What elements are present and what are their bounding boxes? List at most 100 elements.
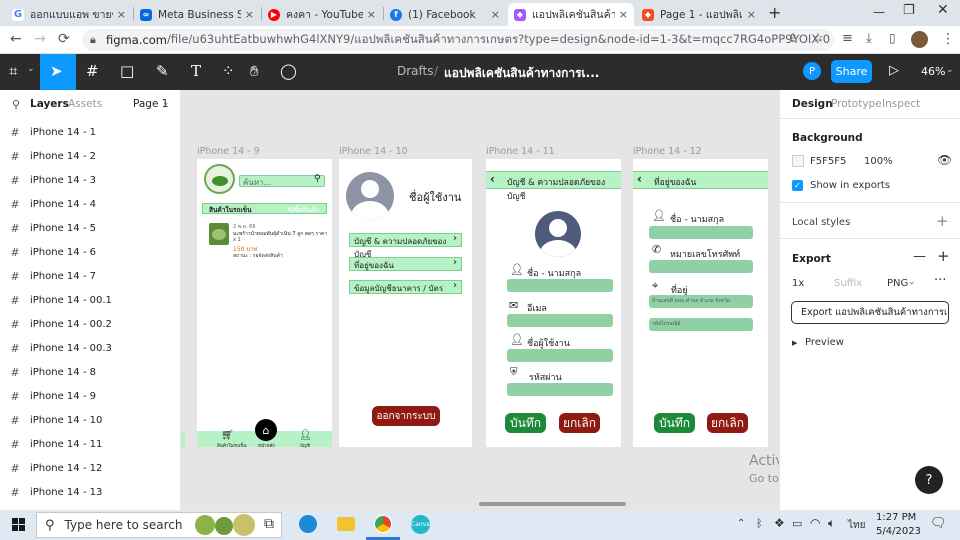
chrome-icon[interactable]: [374, 515, 392, 533]
cancel-button[interactable]: ยกเลิก: [707, 413, 748, 433]
reload-icon[interactable]: ⟳: [58, 31, 70, 47]
menu-account-security[interactable]: บัญชี & ความปลอดภัยของบัญชี ›: [349, 233, 462, 259]
frame-iphone-14-9[interactable]: ค้นหา... ⚲ สินค้าในรถเข็น สั่งซื้อสินค้า…: [197, 159, 332, 449]
battery-icon[interactable]: ▭: [792, 517, 802, 530]
user-icon[interactable]: 👤︎: [299, 430, 312, 441]
frame-label[interactable]: iPhone 14 - 10: [339, 146, 408, 157]
new-tab-button[interactable]: +: [768, 3, 781, 22]
close-icon[interactable]: ×: [491, 8, 500, 21]
edge-icon[interactable]: [299, 515, 317, 533]
chevron-down-icon[interactable]: ⌄: [575, 67, 583, 77]
layer-item[interactable]: # iPhone 14 - 00.1: [0, 288, 180, 312]
layer-item[interactable]: # iPhone 14 - 5: [0, 216, 180, 240]
browser-tab[interactable]: ◆ Page 1 - แอปพลิเ ×: [636, 3, 762, 26]
browser-tab[interactable]: ▶ คงคา - YouTube ×: [262, 3, 382, 26]
download-icon[interactable]: ⤓: [866, 31, 872, 46]
eye-icon[interactable]: 👁︎: [937, 153, 952, 167]
username-field[interactable]: [507, 349, 613, 362]
bg-color-swatch[interactable]: [792, 155, 804, 167]
notifications-icon[interactable]: 🗨︎: [930, 516, 947, 531]
bluetooth-icon[interactable]: ᛒ: [756, 517, 763, 530]
tab-assets[interactable]: Assets: [68, 98, 102, 110]
back-arrow-icon[interactable]: ‹: [637, 172, 642, 186]
file-explorer-icon[interactable]: [337, 517, 355, 531]
zoom-level[interactable]: 46%: [921, 65, 945, 78]
search-input[interactable]: ค้นหา... ⚲: [239, 174, 325, 187]
export-scale[interactable]: 1x: [792, 278, 804, 289]
text-tool-icon[interactable]: T: [191, 62, 201, 80]
components-icon[interactable]: ⁘: [222, 62, 235, 80]
search-icon[interactable]: ⚲: [12, 98, 20, 111]
add-style-icon[interactable]: +: [936, 212, 949, 230]
remove-export-icon[interactable]: —: [913, 249, 926, 264]
figma-menu-icon[interactable]: ⌗: [9, 62, 17, 80]
layer-item[interactable]: # iPhone 14 - 11: [0, 432, 180, 456]
layer-item[interactable]: # iPhone 14 - 8: [0, 360, 180, 384]
help-button[interactable]: ?: [915, 466, 943, 494]
postcode-field[interactable]: รหัสไปรษณีย์: [649, 318, 753, 331]
volume-icon[interactable]: 🔈︎: [828, 516, 835, 531]
bookmark-star-icon[interactable]: ☆: [812, 31, 824, 46]
layer-item[interactable]: # iPhone 14 - 12: [0, 456, 180, 480]
preview-toggle[interactable]: Preview: [805, 337, 844, 348]
horizontal-scrollbar[interactable]: [479, 502, 626, 506]
fullname-field[interactable]: [507, 279, 613, 292]
export-format[interactable]: PNG: [887, 278, 908, 289]
hand-tool-icon[interactable]: ✋︎: [250, 62, 259, 80]
cancel-button[interactable]: ยกเลิก: [559, 413, 600, 433]
bg-hex-input[interactable]: F5F5F5: [810, 156, 846, 167]
browser-tab[interactable]: f (1) Facebook ×: [384, 3, 506, 26]
fullname-field[interactable]: [649, 226, 753, 239]
frame-label[interactable]: iPhone 14 - 9: [197, 146, 260, 157]
frame-iphone-14-12[interactable]: ‹ ที่อยู่ของฉัน 👤︎ ชื่อ - นามสกุล ✆ หมาย…: [633, 159, 768, 447]
tab-layers[interactable]: Layers: [30, 98, 69, 110]
windows-start-icon[interactable]: [12, 518, 25, 531]
layer-item[interactable]: # iPhone 14 - 2: [0, 144, 180, 168]
close-icon[interactable]: ×: [747, 8, 756, 21]
frame-label[interactable]: iPhone 14 - 11: [486, 146, 555, 157]
wifi-icon[interactable]: ◠: [810, 516, 820, 530]
save-button[interactable]: บันทึก: [654, 413, 695, 433]
rectangle-tool-icon[interactable]: □: [120, 62, 134, 80]
menu-my-address[interactable]: ที่อยู่ของฉัน ›: [349, 257, 462, 271]
language-indicator[interactable]: ไทย: [848, 518, 865, 533]
more-options-icon[interactable]: ···: [934, 273, 946, 288]
comment-icon[interactable]: ◯: [280, 62, 297, 80]
task-view-icon[interactable]: ⧉: [264, 516, 274, 532]
browser-tab[interactable]: ∞ Meta Business Suite ×: [134, 3, 260, 26]
clock-date[interactable]: 5/4/2023: [876, 526, 921, 537]
browser-tab[interactable]: G ออกแบบแอพ ขายของ ×: [6, 3, 132, 26]
layer-item[interactable]: # iPhone 14 - 00.3: [0, 336, 180, 360]
menu-bank-card[interactable]: ข้อมูลบัญชีธนาคาร / บัตร ›: [349, 280, 462, 294]
url-input[interactable]: 🔒︎ figma.com/file/u63uhtEatbuwhwhG4lXNY9…: [82, 29, 834, 51]
close-icon[interactable]: ×: [117, 8, 126, 21]
tab-ordered[interactable]: สั่งซื้อสินค้าแล้ว: [287, 205, 326, 226]
layer-item[interactable]: # iPhone 14 - 9: [0, 384, 180, 408]
close-icon[interactable]: ×: [245, 8, 254, 21]
password-field[interactable]: [507, 383, 613, 396]
present-play-icon[interactable]: ▷: [889, 63, 899, 78]
reading-list-icon[interactable]: ≡: [842, 31, 853, 46]
layer-item[interactable]: # iPhone 14 - 3: [0, 168, 180, 192]
user-avatar[interactable]: P: [803, 62, 821, 80]
browser-tab-active[interactable]: ◆ แอปพลิเคชันสินค้าทางการ ×: [508, 3, 634, 26]
export-button[interactable]: Export แอปพลิเคชันสินค้าทางการเก...: [791, 301, 949, 324]
layer-item[interactable]: # iPhone 14 - 1: [0, 120, 180, 144]
tab-prototype[interactable]: Prototype: [831, 98, 882, 110]
caret-right-icon[interactable]: ▶: [792, 339, 797, 347]
layer-item[interactable]: # iPhone 14 - 6: [0, 240, 180, 264]
design-canvas[interactable]: iPhone 14 - 9 ค้นหา... ⚲ สินค้าในรถเข็น …: [181, 90, 779, 510]
breadcrumb-drafts[interactable]: Drafts: [397, 64, 434, 78]
layer-item[interactable]: # iPhone 14 - 13: [0, 480, 180, 504]
layer-item[interactable]: # iPhone 14 - 00.2: [0, 312, 180, 336]
export-suffix-input[interactable]: Suffix: [834, 278, 862, 289]
minimize-icon[interactable]: —: [873, 5, 885, 19]
share-page-icon[interactable]: ⇪: [788, 31, 798, 45]
taskbar-search-input[interactable]: ⚲ Type here to search: [36, 512, 282, 538]
tab-inspect[interactable]: Inspect: [882, 98, 920, 110]
home-icon[interactable]: ⌂: [255, 419, 277, 441]
frame-tool-icon[interactable]: #: [86, 62, 99, 80]
move-tool-button[interactable]: ➤: [40, 54, 76, 90]
tab-cart[interactable]: สินค้าในรถเข็น: [209, 205, 252, 215]
email-field[interactable]: [507, 314, 613, 327]
